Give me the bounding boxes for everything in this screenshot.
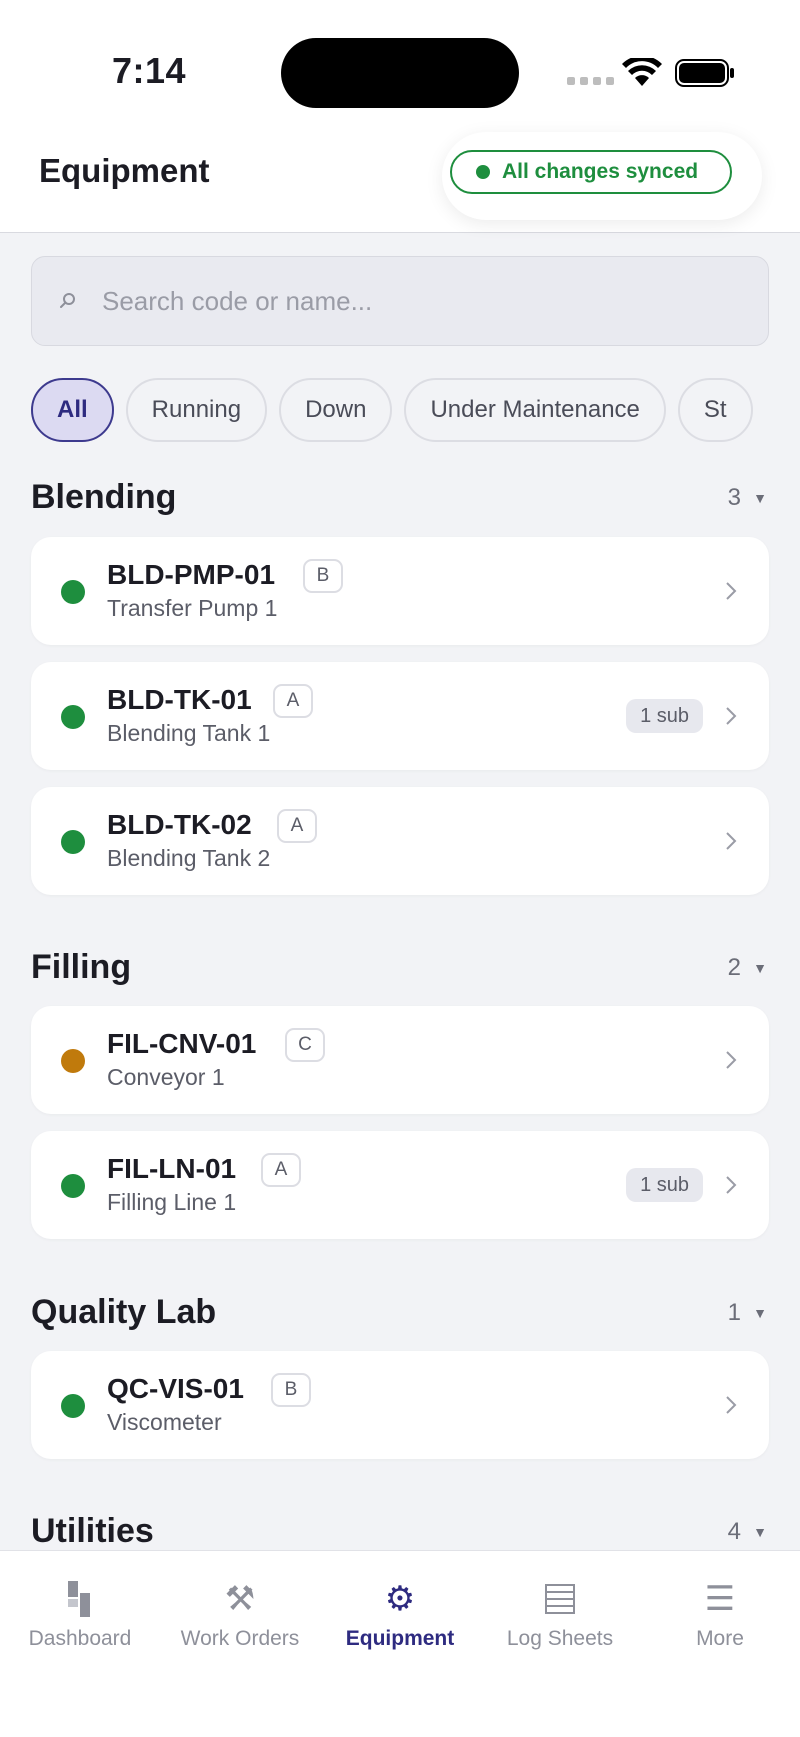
status-bar: 7:14 [0,0,800,120]
section-title: Blending [31,478,177,516]
section-header-blending[interactable]: Blending 3 ▼ [31,478,769,522]
caret-down-icon: ▼ [753,1524,767,1540]
equipment-card[interactable]: BLD-TK-01 A Blending Tank 1 1 sub [31,662,769,770]
chevron-right-icon [726,1396,737,1414]
menu-icon: ☰ [704,1580,736,1618]
status-time: 7:14 [112,50,187,91]
sync-status-badge: All changes synced [450,150,732,194]
criticality-badge: C [285,1028,325,1062]
filter-chip-down[interactable]: Down [279,378,393,442]
section-title: Quality Lab [31,1293,217,1331]
sync-status-label: All changes synced [502,160,699,183]
section-title: Utilities [31,1512,154,1550]
search-icon [60,293,75,308]
sync-status-container: All changes synced [442,132,762,220]
gear-icon: ⚙ [384,1580,416,1618]
criticality-badge: B [303,559,343,593]
filter-chip-under-maintenance[interactable]: Under Maintenance [404,378,666,442]
sub-equipment-badge: 1 sub [626,699,703,733]
equipment-name: Conveyor 1 [107,1064,225,1090]
tab-equipment[interactable]: ⚙ Equipment [320,1579,480,1659]
equipment-card[interactable]: FIL-CNV-01 C Conveyor 1 [31,1006,769,1114]
dashboard-icon [68,1581,90,1617]
tab-dashboard[interactable]: Dashboard [0,1579,160,1659]
tools-icon: ⚒ [224,1580,256,1618]
filter-chip-running[interactable]: Running [125,378,268,442]
status-dot-icon [61,830,85,854]
search-input[interactable] [102,285,722,317]
tab-log-sheets[interactable]: Log Sheets [480,1579,640,1659]
chevron-right-icon [726,707,737,725]
section-header-filling[interactable]: Filling 2 ▼ [31,948,769,992]
section-title: Filling [31,948,132,986]
section-count: 3 [727,484,741,511]
dynamic-island [281,38,519,108]
caret-down-icon: ▼ [753,1305,767,1321]
criticality-badge: A [273,684,313,718]
tab-label: Dashboard [28,1627,132,1650]
cellular-signal-icon [567,77,614,85]
filter-chips: All Running Down Under Maintenance St [31,378,769,442]
section-count: 2 [727,954,741,981]
tab-label: Equipment [345,1627,455,1650]
equipment-code: FIL-LN-01 [107,1153,237,1184]
caret-down-icon: ▼ [753,960,767,976]
equipment-code: BLD-TK-01 [107,684,252,715]
section-count: 4 [727,1518,741,1545]
equipment-name: Transfer Pump 1 [107,595,278,621]
caret-down-icon: ▼ [753,490,767,506]
battery-icon [675,59,734,87]
chevron-right-icon [726,1176,737,1194]
tab-more[interactable]: ☰ More [640,1579,800,1659]
chevron-right-icon [726,832,737,850]
sync-dot-icon [476,165,490,179]
wifi-icon [622,58,662,86]
criticality-badge: A [261,1153,301,1187]
equipment-card[interactable]: BLD-PMP-01 B Transfer Pump 1 [31,537,769,645]
equipment-name: Viscometer [107,1409,222,1435]
filter-chip-partial[interactable]: St [677,378,753,442]
status-dot-icon [61,1049,85,1073]
equipment-card[interactable]: QC-VIS-01 B Viscometer [31,1351,769,1459]
app-header: Equipment All changes synced [0,120,800,233]
equipment-name: Blending Tank 2 [107,845,271,871]
criticality-badge: B [271,1373,311,1407]
equipment-name: Blending Tank 1 [107,720,271,746]
chevron-right-icon [726,1051,737,1069]
equipment-code: FIL-CNV-01 [107,1028,257,1059]
equipment-code: BLD-TK-02 [107,809,252,840]
section-header-quality-lab[interactable]: Quality Lab 1 ▼ [31,1293,769,1337]
filter-chip-all[interactable]: All [31,378,114,442]
tab-label: Work Orders [180,1627,300,1650]
log-sheet-icon [545,1584,575,1614]
tab-label: Log Sheets [506,1627,614,1650]
page-title: Equipment [39,152,210,189]
status-dot-icon [61,705,85,729]
status-dot-icon [61,580,85,604]
section-count: 1 [727,1299,741,1326]
equipment-code: QC-VIS-01 [107,1373,244,1404]
chevron-right-icon [726,582,737,600]
equipment-code: BLD-PMP-01 [107,559,276,590]
search-box[interactable] [31,256,769,346]
status-dot-icon [61,1174,85,1198]
status-dot-icon [61,1394,85,1418]
criticality-badge: A [277,809,317,843]
equipment-name: Filling Line 1 [107,1189,237,1215]
equipment-card[interactable]: FIL-LN-01 A Filling Line 1 1 sub [31,1131,769,1239]
tab-label: More [696,1627,744,1650]
equipment-card[interactable]: BLD-TK-02 A Blending Tank 2 [31,787,769,895]
sub-equipment-badge: 1 sub [626,1168,703,1202]
bottom-tab-bar: Dashboard ⚒ Work Orders ⚙ Equipment Log … [0,1550,800,1737]
tab-work-orders[interactable]: ⚒ Work Orders [160,1579,320,1659]
